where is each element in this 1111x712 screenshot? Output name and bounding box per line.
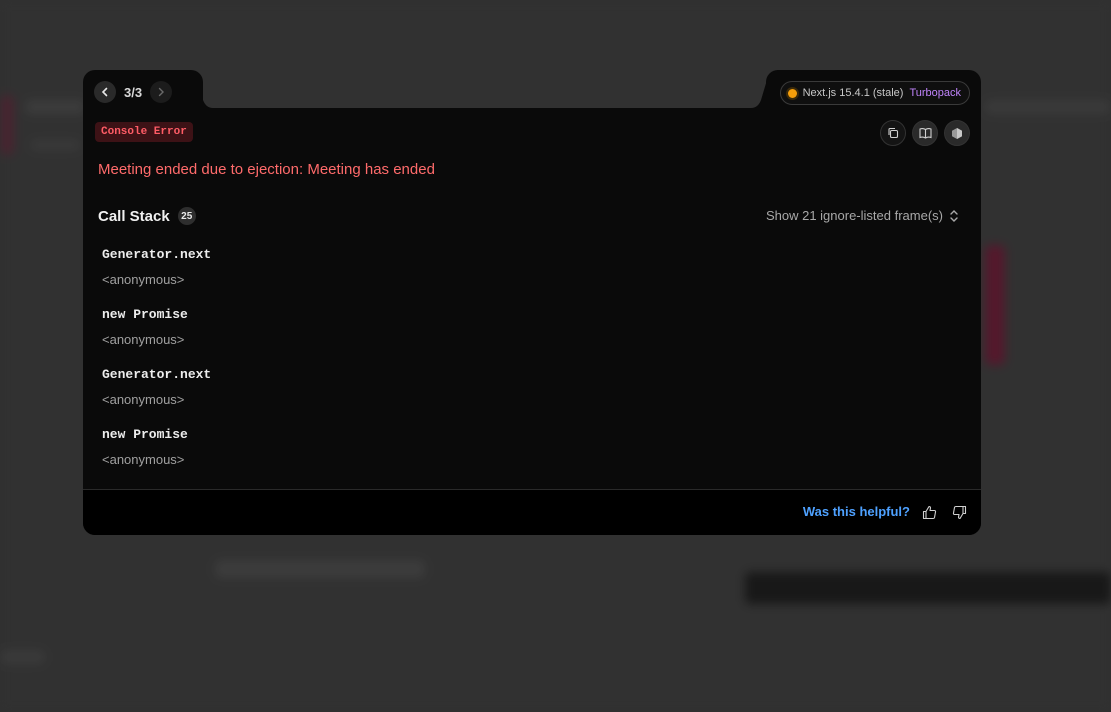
nodejs-hexagon-icon [952,127,962,139]
copy-error-button[interactable] [880,120,906,146]
next-error-button[interactable] [150,81,173,103]
error-panel: Console Error Meeting ended due to eject… [83,108,981,535]
stale-status-dot [787,88,797,98]
error-actions [880,120,970,146]
nextjs-version: Next.js 15.4.1 (stale) [802,87,904,99]
thumbs-up-icon [922,505,936,519]
prev-error-button[interactable] [94,81,116,103]
error-overlay-dialog: 3/3 Next.js 15.4.1 (stale) Turbopack Con… [83,70,981,535]
stack-frame[interactable]: new Promise <anonymous> [102,307,211,367]
error-message: Meeting ended due to ejection: Meeting h… [98,161,435,178]
error-counter: 3/3 [124,84,143,100]
bundler-name: Turbopack [909,87,961,99]
thumbs-down-button[interactable] [950,503,968,521]
tab-curve [183,70,213,108]
show-ignored-frames-label: Show 21 ignore-listed frame(s) [765,208,943,223]
frame-location: <anonymous> [102,332,185,347]
book-icon [918,128,932,139]
frame-location: <anonymous> [102,452,185,467]
frame-function: Generator.next [102,367,212,382]
stack-frame[interactable]: Generator.next <anonymous> [102,367,211,427]
copy-icon [888,127,899,139]
chevron-left-icon [101,87,108,97]
stack-frame[interactable]: new Promise <anonymous> [102,427,211,487]
tab-curve [751,70,781,108]
docs-button[interactable] [912,120,938,146]
call-stack-header: Call Stack 25 [98,207,196,225]
call-stack-title: Call Stack [98,207,170,225]
error-type-badge: Console Error [95,122,193,142]
show-ignored-frames-button[interactable]: Show 21 ignore-listed frame(s) [766,208,959,223]
frame-function: Generator.next [102,247,212,262]
frame-function: new Promise [102,427,188,442]
frame-function: new Promise [102,307,188,322]
thumbs-up-button[interactable] [920,503,938,521]
error-pagination: 3/3 [94,81,173,103]
nodejs-inspector-button[interactable] [944,120,970,146]
feedback-prompt: Was this helpful? [802,504,910,519]
chevron-up-down-icon [950,209,958,222]
thumbs-down-icon [952,505,966,519]
stack-frame[interactable]: Generator.next <anonymous> [102,247,211,307]
frame-count-badge: 25 [177,207,196,225]
frame-location: <anonymous> [102,272,185,287]
feedback-footer: Was this helpful? [83,489,981,535]
frame-location: <anonymous> [102,392,185,407]
version-staleness-indicator[interactable]: Next.js 15.4.1 (stale) Turbopack [779,81,970,105]
chevron-right-icon [158,87,165,97]
call-stack-frames: Generator.next <anonymous> new Promise <… [102,247,211,487]
